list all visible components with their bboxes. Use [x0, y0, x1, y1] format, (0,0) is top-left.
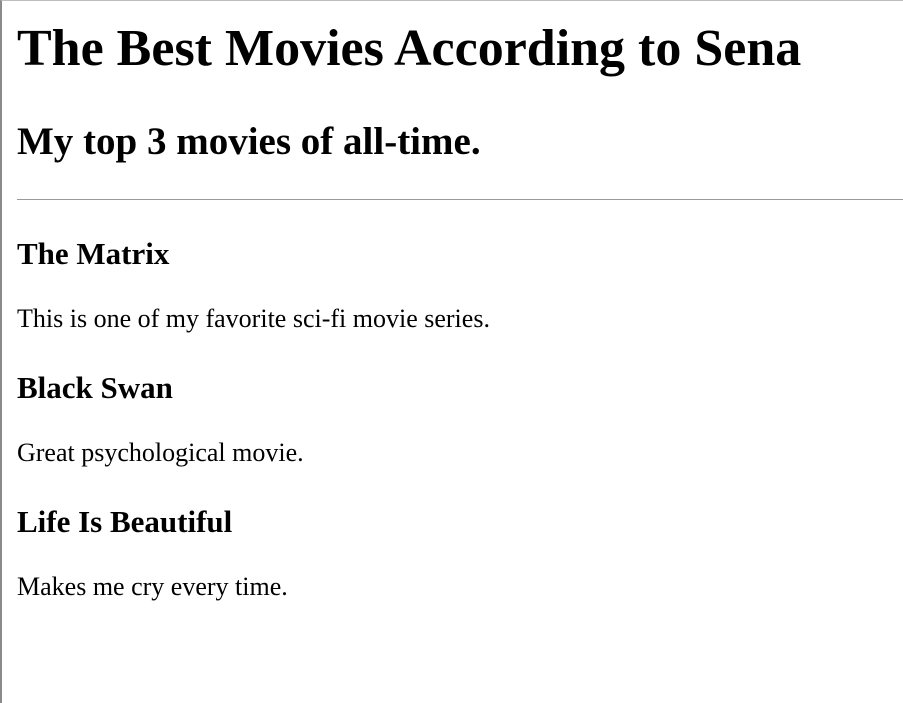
movie-title: Life Is Beautiful: [17, 504, 233, 539]
movie-entry: The Matrix This is one of my favorite sc…: [17, 236, 490, 334]
page-subtitle: My top 3 movies of all-time.: [17, 120, 481, 163]
movie-title: The Matrix: [17, 236, 170, 271]
browser-viewport: The Best Movies According to Sena My top…: [0, 0, 903, 703]
movie-entry: Black Swan Great psychological movie.: [17, 370, 304, 468]
movie-description: This is one of my favorite sci-fi movie …: [17, 304, 490, 333]
divider: [17, 199, 903, 200]
movie-description: Great psychological movie.: [17, 438, 304, 467]
movie-title: Black Swan: [17, 370, 173, 405]
movie-entry: Life Is Beautiful Makes me cry every tim…: [17, 504, 288, 602]
page-title: The Best Movies According to Sena: [17, 20, 802, 77]
movie-description: Makes me cry every time.: [17, 572, 288, 601]
